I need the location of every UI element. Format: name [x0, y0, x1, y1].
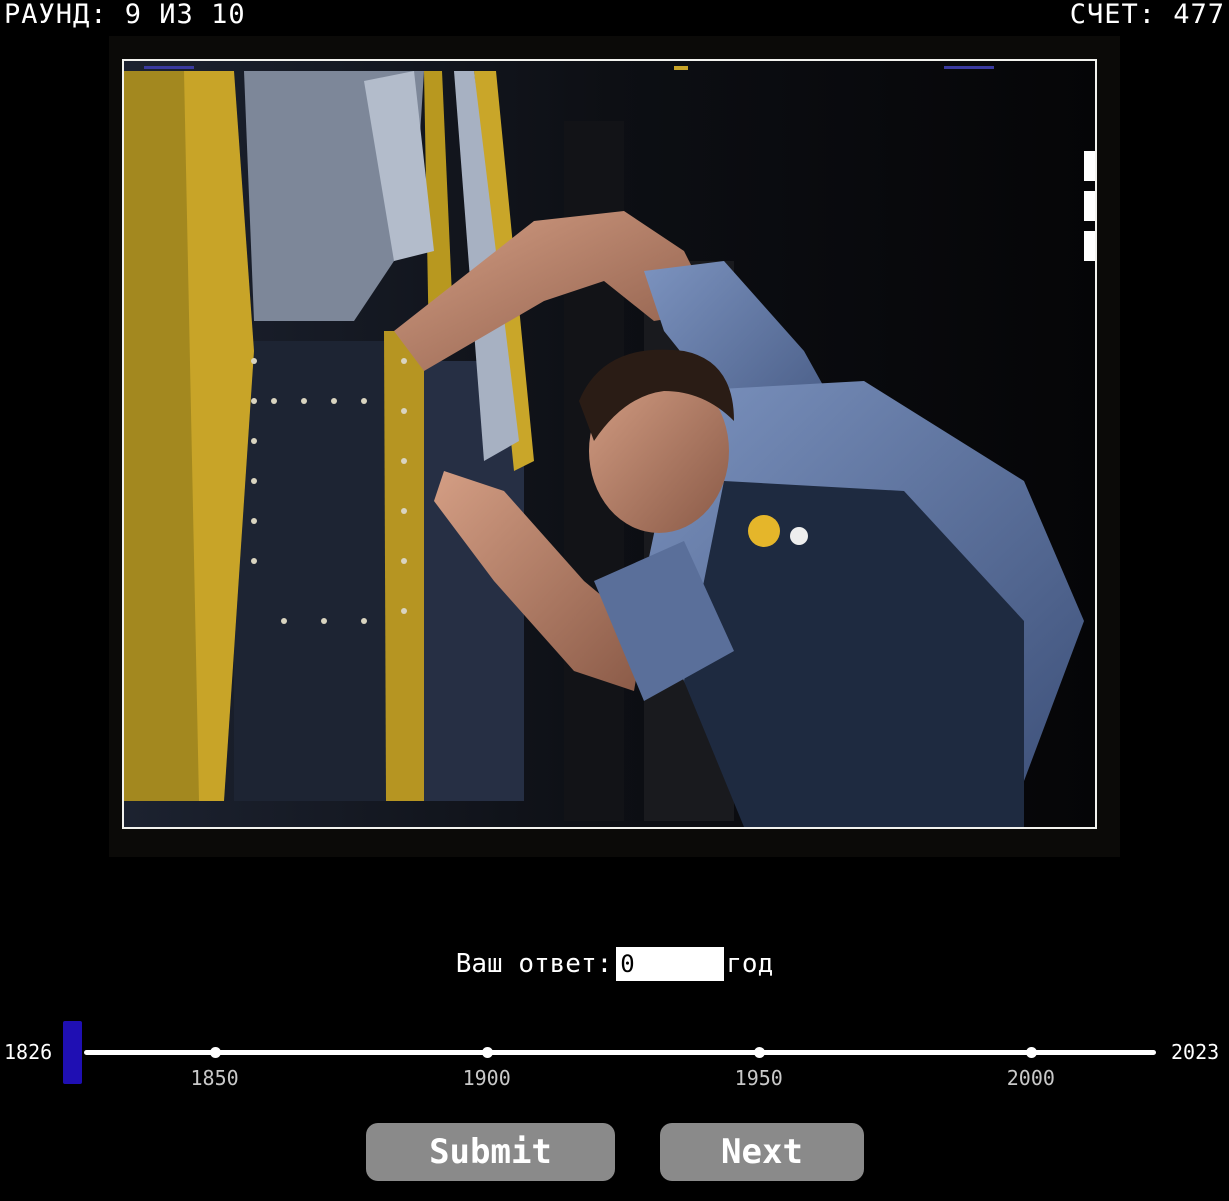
submit-button[interactable]: Submit [366, 1123, 615, 1181]
slider-tick-label: 1900 [462, 1066, 511, 1090]
answer-label: Ваш ответ: [455, 949, 613, 979]
slider-tick-label: 2000 [1006, 1066, 1055, 1090]
answer-row: Ваш ответ: год [0, 946, 1229, 982]
slider-tick-dot [481, 1047, 493, 1058]
year-input[interactable] [616, 947, 725, 981]
year-slider[interactable]: 1826 1850 1900 1950 2000 2023 [0, 1016, 1229, 1096]
answer-unit: год [726, 949, 774, 979]
slider-handle[interactable] [63, 1021, 82, 1084]
photo-frame [122, 59, 1097, 829]
next-button[interactable]: Next [660, 1123, 864, 1181]
slider-track[interactable] [84, 1050, 1156, 1055]
slider-tick-dot [1025, 1047, 1037, 1058]
slider-tick-dot [753, 1047, 765, 1058]
slider-tick-label: 1950 [734, 1066, 783, 1090]
score-counter: СЧЕТ: 477 [1069, 0, 1225, 30]
slider-tick-label: 1850 [190, 1066, 239, 1090]
game-screen: РАУНД: 9 ИЗ 10 СЧЕТ: 477 Ваш ответ: 0 го… [0, 0, 1229, 1201]
slider-max-label: 2023 [1171, 1040, 1220, 1064]
round-counter: РАУНД: 9 ИЗ 10 [4, 0, 246, 30]
slider-tick-dot [209, 1047, 221, 1058]
historical-photo [109, 36, 1120, 857]
slider-min-label: 1826 [4, 1040, 53, 1064]
